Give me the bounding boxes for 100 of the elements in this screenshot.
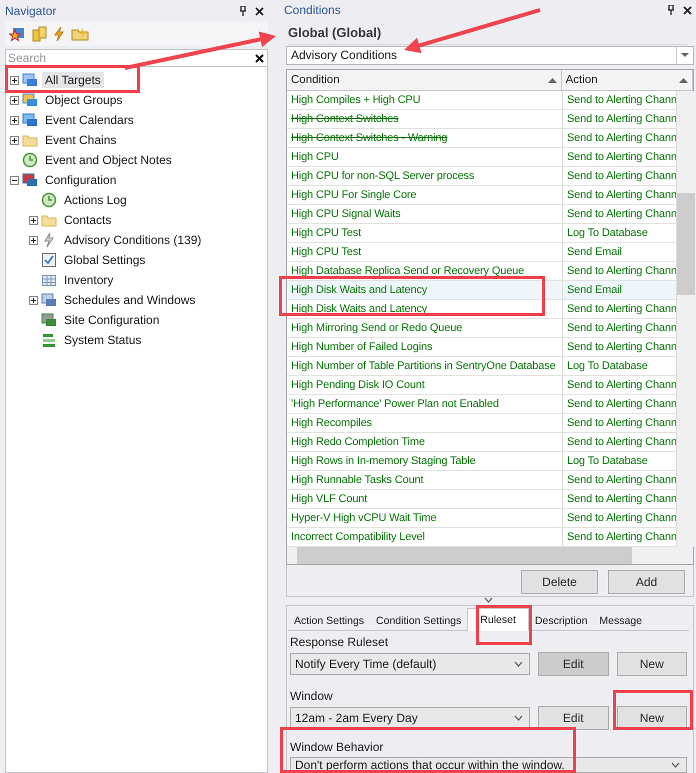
tree-item[interactable]: Object Groups xyxy=(42,92,126,108)
tree-item[interactable]: System Status xyxy=(61,332,144,348)
table-row[interactable]: High CPU For Single Core Send to Alerting Chann xyxy=(287,186,677,205)
table-row[interactable]: High CPU Test Send Email xyxy=(287,243,677,262)
table-row[interactable]: High Recompiles Send to Alerting Chann xyxy=(287,414,677,433)
table-row[interactable]: High CPU Signal Waits Send to Alerting Chann xyxy=(287,205,677,224)
collapse-icon[interactable] xyxy=(10,176,19,184)
condition-cell: High Context Switches - Warning xyxy=(287,129,563,147)
table-row[interactable]: High Number of Failed Logins Send to Alerting Chann xyxy=(287,338,677,357)
condition-cell: High Redo Completion Time xyxy=(287,433,563,451)
table-row[interactable]: High Redo Completion Time Send to Alerting Chann xyxy=(287,433,677,452)
star-icon[interactable] xyxy=(9,26,25,42)
expand-icon[interactable] xyxy=(10,136,19,144)
new-button[interactable]: New xyxy=(616,652,687,676)
column-header[interactable]: Action xyxy=(562,70,693,90)
table-row[interactable]: Incorrect Compatibility Level Send to Alerting Chann xyxy=(287,528,677,547)
section-heading: Global (Global) xyxy=(288,24,382,40)
table-row[interactable]: High CPU Send to Alerting Chann xyxy=(287,148,677,167)
table-row[interactable]: High Pending Disk IO Count Send to Alerting Chann xyxy=(287,376,677,395)
sort-arrow-icon xyxy=(679,78,688,82)
cylinders-icon[interactable] xyxy=(31,26,47,42)
close-icon[interactable] xyxy=(255,6,264,16)
edit-button[interactable]: Edit xyxy=(538,706,608,730)
tree-item[interactable]: Advisory Conditions (139) xyxy=(61,232,204,248)
tree-item[interactable]: Event and Object Notes xyxy=(42,152,175,168)
expand-icon[interactable] xyxy=(29,236,38,244)
clear-icon[interactable] xyxy=(255,54,264,63)
table-row[interactable]: High Disk Waits and Latency Send Email xyxy=(287,281,677,300)
annotation-box xyxy=(476,605,532,645)
table-row[interactable]: High Runnable Tasks Count Send to Alerting Chann xyxy=(287,471,677,490)
lightning-icon[interactable] xyxy=(53,26,65,42)
table-row[interactable]: High VLF Count Send to Alerting Chann xyxy=(287,490,677,509)
expand-icon[interactable] xyxy=(10,116,19,124)
tree-item[interactable]: Global Settings xyxy=(61,252,148,268)
caret-icon xyxy=(671,762,680,768)
condition-cell: High VLF Count xyxy=(287,490,563,508)
caret-icon xyxy=(514,715,523,721)
tree-item[interactable]: All Targets xyxy=(42,72,104,88)
condition-cell: High Recompiles xyxy=(287,414,563,432)
field-label: Response Ruleset xyxy=(290,635,390,649)
tree-item[interactable]: Inventory xyxy=(61,272,116,288)
column-header[interactable]: Condition xyxy=(287,70,562,90)
condition-cell: High CPU for non-SQL Server process xyxy=(287,167,563,185)
condition-cell: High Pending Disk IO Count xyxy=(287,376,563,394)
action-button[interactable]: Delete xyxy=(521,570,598,594)
pin-icon[interactable] xyxy=(239,6,247,16)
tree-item[interactable]: Event Calendars xyxy=(42,112,137,128)
condition-cell: 'High Performance' Power Plan not Enabled xyxy=(287,395,563,413)
condition-cell: Incorrect Compatibility Level xyxy=(287,528,563,546)
expand-icon[interactable] xyxy=(29,216,38,224)
field-label: Window xyxy=(290,689,334,703)
expand-icon[interactable] xyxy=(10,76,19,84)
table-row[interactable]: Hyper-V High vCPU Wait Time Send to Alerting Chann xyxy=(287,509,677,528)
action-button[interactable]: Add xyxy=(608,570,685,594)
dropdown[interactable]: 12am - 2am Every Day xyxy=(290,707,530,729)
pin-icon[interactable] xyxy=(667,5,675,16)
tab[interactable]: Condition Settings xyxy=(370,610,468,631)
tree-item[interactable]: Configuration xyxy=(42,172,120,188)
caret-icon xyxy=(514,661,523,667)
condition-cell: High CPU Signal Waits xyxy=(287,205,563,223)
condition-cell: High CPU For Single Core xyxy=(287,186,563,204)
config-icon xyxy=(22,172,38,188)
expand-icon[interactable] xyxy=(29,296,38,304)
table-row[interactable]: 'High Performance' Power Plan not Enabled Send to Alerting Chann xyxy=(287,395,677,414)
table-row[interactable]: High Number of Table Partitions in SentryOne Database Log To Database xyxy=(287,357,677,376)
dropdown[interactable]: Notify Every Time (default) xyxy=(290,653,530,675)
table-row[interactable]: High Mirroring Send or Redo Queue Send to Alerting Chann xyxy=(287,319,677,338)
tree-item[interactable]: Schedules and Windows xyxy=(61,292,198,308)
sort-arrow-icon xyxy=(548,78,557,82)
tab[interactable]: Description xyxy=(528,610,594,631)
tab[interactable]: Action Settings xyxy=(288,610,370,631)
close-icon[interactable] xyxy=(683,6,692,15)
clock-icon xyxy=(41,192,57,208)
calendar-icon xyxy=(22,112,38,128)
condition-cell: High Compiles + High CPU xyxy=(287,91,563,109)
site-icon xyxy=(41,312,57,328)
tree-item[interactable]: Actions Log xyxy=(61,192,130,208)
folder-icon[interactable] xyxy=(71,26,89,42)
horizontal-scrollbar[interactable] xyxy=(287,547,693,564)
table-row[interactable]: High CPU Test Log To Database xyxy=(287,224,677,243)
dropdown-arrow-icon xyxy=(681,53,689,58)
condition-cell: High CPU xyxy=(287,148,563,166)
condition-cell: High Disk Waits and Latency xyxy=(287,300,563,318)
groups-icon xyxy=(22,92,38,108)
table-row[interactable]: High CPU for non-SQL Server process Send to Alerting Chann xyxy=(287,167,677,186)
tab[interactable]: Message xyxy=(593,610,648,631)
tree-item[interactable]: Site Configuration xyxy=(61,312,162,328)
expand-icon[interactable] xyxy=(10,96,19,104)
field-label: Window Behavior xyxy=(290,740,384,754)
tab[interactable]: Ruleset xyxy=(467,608,529,631)
check-icon xyxy=(41,252,57,268)
targets-icon xyxy=(22,72,38,88)
table-row[interactable]: High Compiles + High CPU Send to Alerting Chann xyxy=(287,91,677,110)
pane-title: Navigator xyxy=(5,4,56,18)
tree-item[interactable]: Contacts xyxy=(61,212,114,228)
splitter-icon xyxy=(484,597,492,603)
condition-cell: High Runnable Tasks Count xyxy=(287,471,563,489)
tree-item[interactable]: Event Chains xyxy=(42,132,120,148)
table-row[interactable]: High Rows in In-memory Staging Table Log To Database xyxy=(287,452,677,471)
view-dropdown[interactable]: Advisory Conditions xyxy=(286,46,694,65)
